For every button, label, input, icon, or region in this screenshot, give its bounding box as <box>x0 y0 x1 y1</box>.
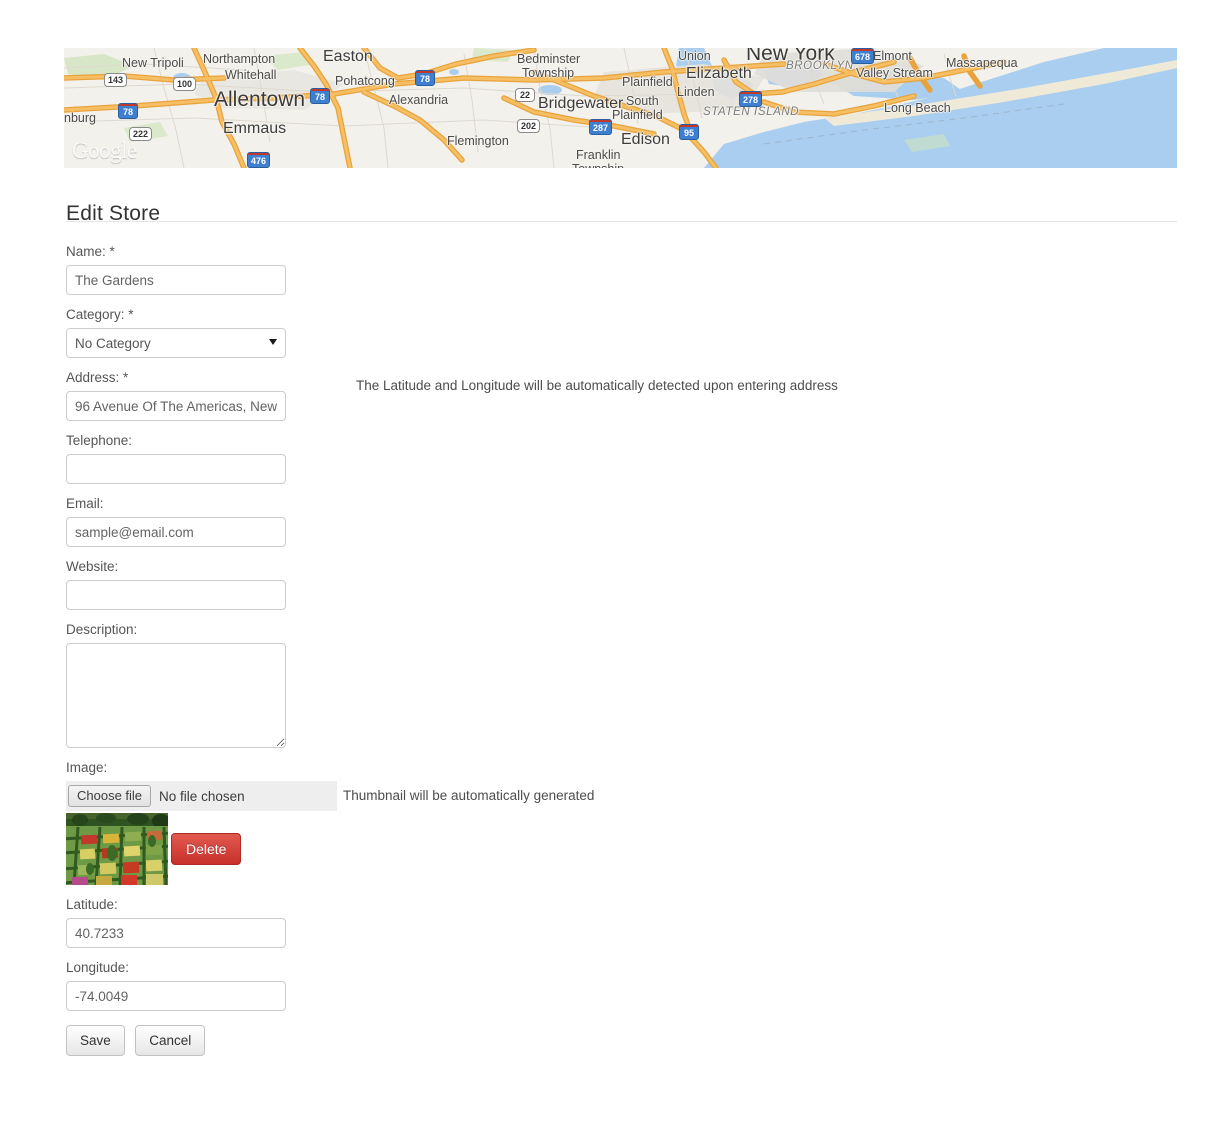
store-thumbnail[interactable] <box>66 813 168 885</box>
route-shield-label: 100 <box>177 79 193 89</box>
delete-image-button[interactable]: Delete <box>171 833 242 865</box>
route-shield-label: 78 <box>419 74 430 84</box>
form-actions: Save Cancel <box>66 1025 1166 1056</box>
field-website: Website: <box>66 559 1166 610</box>
field-email: Email: <box>66 496 1166 547</box>
address-hint: The Latitude and Longitude will be autom… <box>356 378 838 393</box>
save-button[interactable]: Save <box>66 1025 125 1056</box>
field-latitude: Latitude: <box>66 897 1166 948</box>
route-shield-icon: 287 <box>589 119 613 135</box>
route-shield-label: 278 <box>743 95 759 105</box>
field-telephone: Telephone: <box>66 433 1166 484</box>
route-shield-icon: 678 <box>851 48 875 64</box>
route-shield-icon: 95 <box>679 124 699 140</box>
title-divider <box>66 221 1177 222</box>
latitude-label: Latitude: <box>66 897 118 912</box>
name-label: Name: * <box>66 244 115 259</box>
garden-photo <box>66 813 168 885</box>
route-shield-icon: 100 <box>173 77 197 91</box>
route-shield-label: 202 <box>521 121 537 131</box>
file-status-text: No file chosen <box>159 788 245 804</box>
route-shield-label: 22 <box>519 90 530 100</box>
name-input[interactable] <box>66 265 286 295</box>
route-shield-icon: 143 <box>104 73 128 87</box>
image-file-input[interactable]: Choose file No file chosen <box>66 781 337 811</box>
category-label: Category: * <box>66 307 134 322</box>
description-label: Description: <box>66 622 138 637</box>
route-shield-label: 143 <box>108 75 124 85</box>
route-shield-icon: 476 <box>247 152 271 168</box>
telephone-input[interactable] <box>66 454 286 484</box>
route-shield-icon: 22 <box>515 88 535 102</box>
image-thumbnail-row: Delete <box>66 813 1166 885</box>
field-image: Image: Choose file No file chosen Thumbn… <box>66 760 1166 885</box>
field-address: Address: * The Latitude and Longitude wi… <box>66 370 1166 421</box>
map-canvas[interactable]: New Tripoli Northampton Whitehall Easton Poh… <box>64 48 1177 168</box>
website-label: Website: <box>66 559 119 574</box>
image-hint: Thumbnail will be automatically generate… <box>343 788 595 803</box>
description-textarea[interactable] <box>66 643 286 748</box>
location-map[interactable]: New Tripoli Northampton Whitehall Easton Poh… <box>64 48 1177 168</box>
edit-store-form: Name: * Category: * No Category Address:… <box>66 244 1166 1056</box>
email-label: Email: <box>66 496 104 511</box>
route-shield-label: 78 <box>122 107 133 117</box>
route-shield-label: 476 <box>251 156 267 166</box>
route-shield-icon: 78 <box>118 103 138 119</box>
route-shield-icon: 78 <box>310 88 330 104</box>
latitude-input[interactable] <box>66 918 286 948</box>
image-file-row: Choose file No file chosen Thumbnail wil… <box>66 781 1166 811</box>
email-input[interactable] <box>66 517 286 547</box>
field-longitude: Longitude: <box>66 960 1166 1011</box>
page-title: Edit Store <box>66 202 161 226</box>
route-shield-icon: 222 <box>129 127 153 141</box>
longitude-label: Longitude: <box>66 960 130 975</box>
route-shield-icon: 78 <box>415 70 435 86</box>
route-shield-label: 78 <box>314 92 325 102</box>
longitude-input[interactable] <box>66 981 286 1011</box>
route-shield-label: 678 <box>855 52 871 62</box>
category-select[interactable]: No Category <box>66 328 286 358</box>
image-label: Image: <box>66 760 108 775</box>
field-category: Category: * No Category <box>66 307 1166 358</box>
route-shield-label: 95 <box>683 128 694 138</box>
cancel-button[interactable]: Cancel <box>135 1025 206 1056</box>
field-name: Name: * <box>66 244 1166 295</box>
choose-file-button[interactable]: Choose file <box>68 785 152 807</box>
address-input[interactable] <box>66 391 286 421</box>
website-input[interactable] <box>66 580 286 610</box>
route-shield-label: 287 <box>593 123 609 133</box>
route-shield-icon: 202 <box>517 119 541 133</box>
field-description: Description: <box>66 622 1166 748</box>
route-shield-label: 222 <box>133 129 149 139</box>
telephone-label: Telephone: <box>66 433 133 448</box>
map-vector-layer <box>64 48 1177 168</box>
route-shield-icon: 278 <box>739 91 763 107</box>
